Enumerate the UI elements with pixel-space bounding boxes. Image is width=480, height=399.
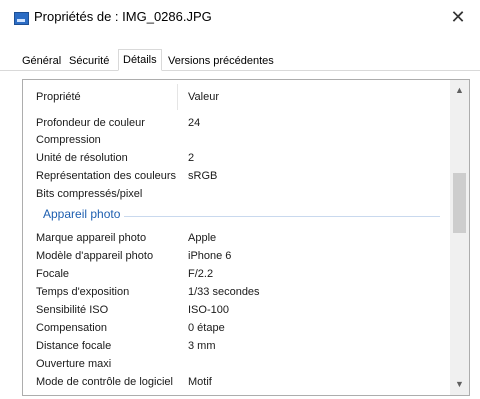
property-name: Bits compressés/pixel — [36, 188, 143, 200]
window-title: Propriétés de : IMG_0286.JPG — [34, 9, 212, 24]
scroll-down-icon[interactable]: ▼ — [450, 376, 469, 393]
property-name: Compensation — [36, 322, 107, 334]
property-value: 3 mm — [188, 340, 216, 352]
list-item[interactable]: Focale F/2.2 — [23, 266, 450, 284]
properties-list: Propriété Valeur Profondeur de couleur 2… — [23, 80, 450, 395]
property-value: 1/33 secondes — [188, 286, 260, 298]
tab-details[interactable]: Détails — [118, 49, 162, 71]
property-name: Compression — [36, 134, 101, 146]
column-header-value[interactable]: Valeur — [188, 91, 219, 103]
tab-strip-border — [0, 70, 480, 71]
property-name: Distance focale — [36, 340, 112, 352]
property-value: sRGB — [188, 170, 218, 182]
list-item[interactable]: Ouverture maxi — [23, 356, 450, 374]
property-value: 2 — [188, 152, 195, 164]
list-item[interactable]: Temps d'exposition 1/33 secondes — [23, 284, 450, 302]
property-name: Marque appareil photo — [36, 232, 147, 244]
property-name: Temps d'exposition — [36, 286, 130, 298]
column-divider[interactable] — [177, 84, 178, 110]
group-title: Appareil photo — [43, 207, 125, 221]
list-item[interactable]: Représentation des couleurs sRGB — [23, 168, 450, 186]
scrollbar-thumb[interactable] — [453, 173, 466, 233]
scroll-up-icon[interactable]: ▲ — [450, 82, 469, 99]
property-name: Ouverture maxi — [36, 358, 112, 370]
property-name: Modèle d'appareil photo — [36, 250, 154, 262]
property-name: Focale — [36, 268, 70, 280]
list-item[interactable]: Distance focale 3 mm — [23, 338, 450, 356]
list-item[interactable]: Modèle d'appareil photo iPhone 6 — [23, 248, 450, 266]
list-item[interactable]: Unité de résolution 2 — [23, 150, 450, 168]
tab-versions-precedentes[interactable]: Versions précédentes — [168, 52, 274, 70]
list-item[interactable]: Sensibilité ISO ISO-100 — [23, 302, 450, 320]
tab-securite[interactable]: Sécurité — [69, 52, 109, 70]
property-value: ISO-100 — [188, 304, 229, 316]
properties-list-panel: Propriété Valeur Profondeur de couleur 2… — [22, 79, 470, 396]
property-value: 0 étape — [188, 322, 225, 334]
title-bar: Propriétés de : IMG_0286.JPG ✕ — [0, 0, 480, 36]
list-item[interactable]: Bits compressés/pixel — [23, 186, 450, 204]
property-name: Unité de résolution — [36, 152, 128, 164]
property-value: iPhone 6 — [188, 250, 232, 262]
image-file-icon — [14, 12, 29, 25]
property-name: Mode de contrôle de logiciel — [36, 376, 173, 388]
tab-general[interactable]: Général — [22, 52, 61, 70]
property-value: Motif — [188, 376, 212, 388]
list-item[interactable]: Compression — [23, 132, 450, 150]
property-value: 24 — [188, 117, 201, 129]
property-name: Profondeur de couleur — [36, 117, 145, 129]
vertical-scrollbar[interactable]: ▲ ▼ — [450, 80, 469, 395]
group-header-appareil-photo: Appareil photo — [23, 206, 450, 226]
property-name: Représentation des couleurs — [36, 170, 177, 182]
property-value: Apple — [188, 232, 217, 244]
close-button[interactable]: ✕ — [436, 0, 480, 34]
property-name: Sensibilité ISO — [36, 304, 109, 316]
list-item[interactable]: Marque appareil photo Apple — [23, 230, 450, 248]
list-item[interactable]: Profondeur de couleur 24 — [23, 115, 450, 133]
property-value: F/2.2 — [188, 268, 214, 280]
list-item[interactable]: Compensation 0 étape — [23, 320, 450, 338]
list-item[interactable]: Mode de contrôle de logiciel Motif — [23, 374, 450, 392]
column-header-property[interactable]: Propriété — [36, 91, 81, 103]
